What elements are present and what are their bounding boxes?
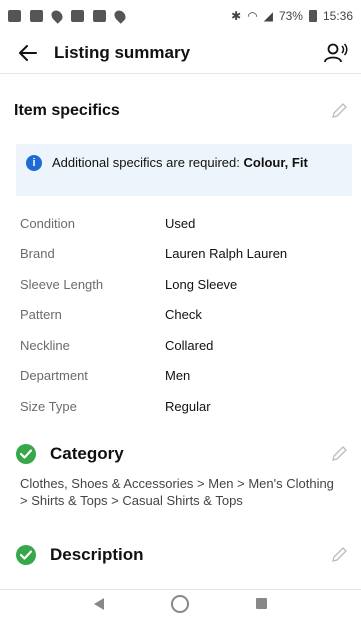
pencil-icon [332,547,347,562]
spec-row: Condition Used [20,208,350,239]
spec-row: Size Type Regular [20,391,350,422]
battery-icon [308,10,317,22]
location-icon-2 [112,8,128,24]
edit-item-specifics-button[interactable] [329,101,349,121]
pencil-icon [332,103,347,118]
nav-home-icon[interactable] [170,594,189,613]
notification-icons [8,8,128,24]
facebook-icon [8,10,21,22]
spec-label: Pattern [20,307,62,323]
system-status: ✱ ◠ ◢ 73% 15:36 [231,9,353,23]
specifics-list: Condition Used Brand Lauren Ralph Lauren… [20,208,350,422]
checkmark-icon [20,449,32,459]
notice-text: Additional specifics are required: Colou… [52,154,308,186]
edit-category-button[interactable] [329,444,349,464]
category-header: Category [0,437,361,471]
spec-label: Size Type [20,398,77,414]
nav-back-icon[interactable] [93,597,104,610]
category-path: Clothes, Shoes & Accessories > Men > Men… [20,476,334,508]
section-title-description: Description [50,545,144,564]
location-icon [49,8,65,24]
pencil-icon [332,446,347,461]
notice-message: Additional specifics are required: [52,155,244,170]
person-voice-icon [324,42,348,62]
spec-label: Condition [20,215,75,231]
item-specifics-header: Item specifics [0,94,361,128]
spec-row: Neckline Collared [20,330,350,361]
arrow-left-icon [19,44,37,61]
spec-row: Brand Lauren Ralph Lauren [20,239,350,270]
spec-value: Men [165,368,191,384]
app-header: Listing summary [0,32,361,74]
section-title-item-specifics: Item specifics [14,102,120,119]
wifi-icon: ◠ [247,9,258,23]
back-button[interactable] [10,35,46,71]
spec-label: Department [20,368,88,384]
spec-value: Lauren Ralph Lauren [165,246,288,262]
system-nav-bar [0,590,361,617]
spec-label: Sleeve Length [20,276,104,292]
spec-value: Long Sleeve [165,276,238,292]
spec-label: Brand [20,246,55,262]
spec-value: Regular [165,398,211,414]
spec-row: Department Men [20,361,350,392]
spec-value: Check [165,307,202,323]
bluetooth-icon: ✱ [231,9,242,23]
spec-value: Used [165,215,196,231]
checkmark-icon [20,550,32,560]
required-specifics-notice: i Additional specifics are required: Col… [16,144,352,196]
page-title: Listing summary [54,42,191,62]
app-icon [30,10,43,22]
description-header: Description [0,538,361,572]
notice-required-fields: Colour, Fit [243,155,308,170]
contact-button[interactable] [323,40,349,66]
image-icon [71,10,84,22]
signal-icon: ◢ [263,9,273,23]
spec-value: Collared [165,337,214,353]
battery-percent: 73% [278,9,303,23]
edit-description-button[interactable] [329,545,349,565]
status-bar: ✱ ◠ ◢ 73% 15:36 [0,0,361,32]
nav-recents-icon[interactable] [256,598,268,609]
info-icon: i [26,155,42,171]
spec-label: Neckline [20,337,70,353]
calendar-icon [93,10,106,22]
spec-row: Sleeve Length Long Sleeve [20,269,350,300]
check-circle-icon [16,545,36,565]
clock: 15:36 [322,9,353,23]
section-title-category: Category [50,444,124,463]
check-circle-icon [16,444,36,464]
spec-row: Pattern Check [20,300,350,331]
